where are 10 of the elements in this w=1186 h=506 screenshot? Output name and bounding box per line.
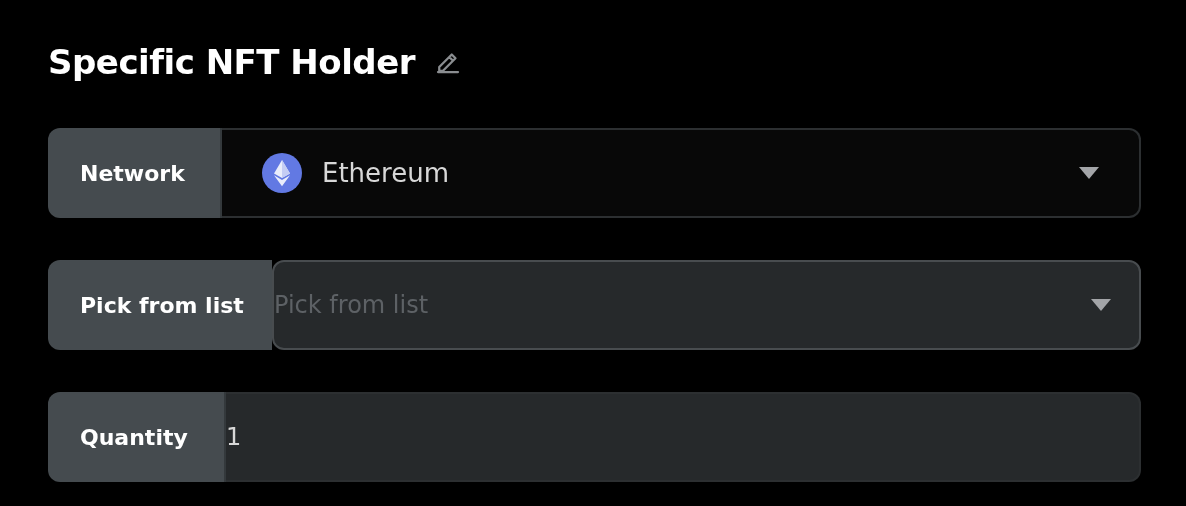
caret-icon xyxy=(1091,299,1111,311)
field-label: Network xyxy=(48,128,222,218)
list-select[interactable]: Pick from list xyxy=(272,260,1141,350)
field-label: Pick from list xyxy=(48,260,272,350)
quantity-field[interactable]: 1 xyxy=(226,392,1141,482)
ethereum-icon xyxy=(262,153,302,193)
section-title: Specific NFT Holder xyxy=(48,42,415,82)
caret-icon xyxy=(1079,167,1099,179)
network-select[interactable]: Ethereum xyxy=(222,128,1141,218)
field-label: Quantity xyxy=(48,392,226,482)
